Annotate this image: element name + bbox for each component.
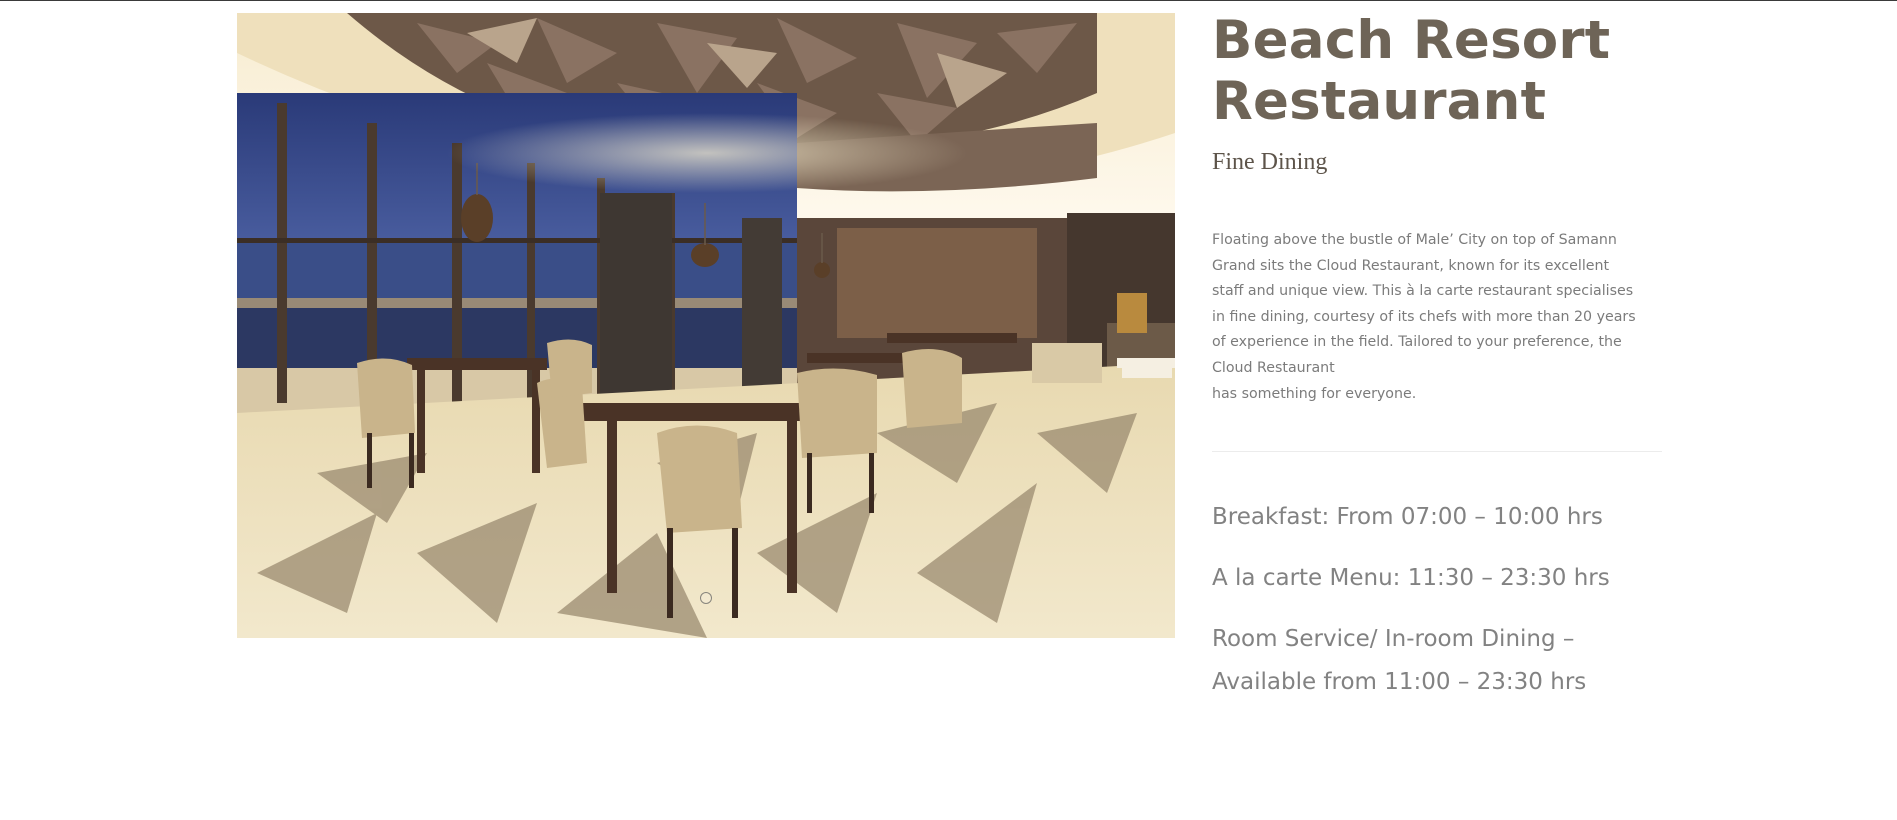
restaurant-info: Beach Resort Restaurant Fine Dining Floa… — [1212, 10, 1682, 722]
opening-hours: Breakfast: From 07:00 – 10:00 hrs A la c… — [1212, 496, 1682, 704]
description-line: Floating above the bustle of Male’ City … — [1212, 232, 1617, 248]
title-line-2: Restaurant — [1212, 71, 1547, 132]
restaurant-description: Floating above the bustle of Male’ City … — [1212, 228, 1662, 407]
restaurant-interior-photo — [237, 13, 1175, 638]
breakfast-hours: Breakfast: From 07:00 – 10:00 hrs — [1212, 504, 1603, 531]
description-line: has something for everyone. — [1212, 385, 1417, 402]
restaurant-title: Beach Resort Restaurant — [1212, 10, 1682, 132]
a-la-carte-hours: A la carte Menu: 11:30 – 23:30 hrs — [1212, 565, 1610, 592]
description-line: in fine dining, courtesy of its chefs wi… — [1212, 308, 1636, 325]
restaurant-subtitle: Fine Dining — [1212, 149, 1328, 175]
description-line: Grand sits the Cloud Restaurant, known f… — [1212, 257, 1610, 274]
room-service-hours: Room Service/ In-room Dining – Available… — [1212, 618, 1682, 704]
top-rule — [0, 0, 1897, 1]
title-line-1: Beach Resort — [1212, 10, 1611, 71]
description-line: of experience in the field. Tailored to … — [1212, 334, 1622, 351]
description-line: staff and unique view. This à la carte r… — [1212, 283, 1634, 300]
room-service-line-2: Available from 11:00 – 23:30 hrs — [1212, 669, 1587, 696]
slider-dot[interactable] — [700, 592, 712, 604]
image-slider[interactable] — [237, 13, 1175, 638]
section-divider — [1212, 451, 1662, 453]
description-line: Cloud Restaurant — [1212, 359, 1335, 376]
room-service-line-1: Room Service/ In-room Dining – — [1212, 626, 1575, 653]
